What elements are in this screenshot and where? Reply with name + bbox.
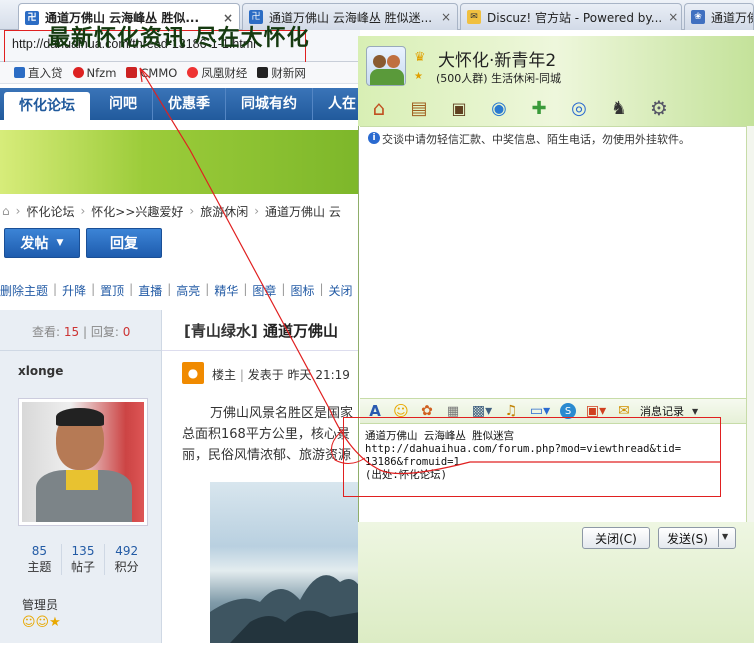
annotation-arrow <box>139 67 720 475</box>
